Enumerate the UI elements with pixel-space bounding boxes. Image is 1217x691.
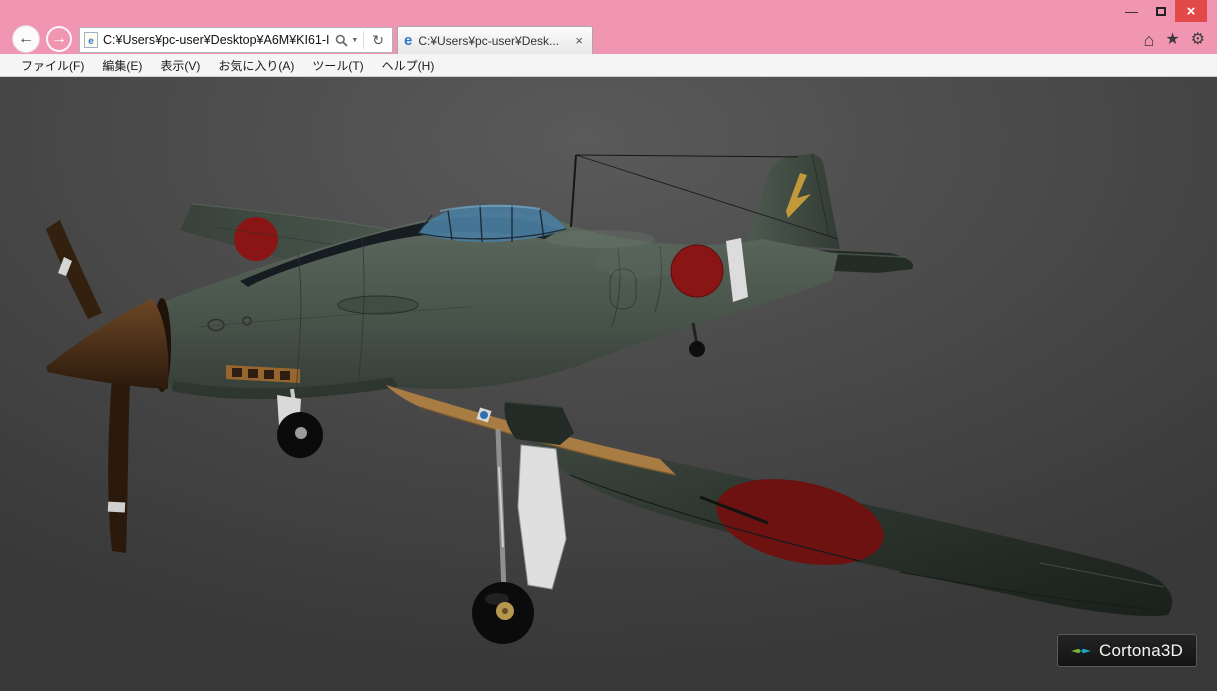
- cortona3d-logo[interactable]: Cortona3D: [1057, 634, 1197, 667]
- close-button[interactable]: ×: [1175, 0, 1207, 22]
- back-button[interactable]: ←: [12, 25, 40, 53]
- wing-marking-blue: [480, 411, 488, 419]
- menu-view[interactable]: 表示(V): [151, 54, 209, 77]
- search-icon[interactable]: [335, 34, 348, 47]
- menu-help[interactable]: ヘルプ(H): [373, 54, 444, 77]
- radiator: [504, 402, 574, 445]
- minimize-icon: —: [1125, 4, 1138, 19]
- page-icon: e: [84, 32, 98, 48]
- address-bar[interactable]: e C:¥Users¥pc-user¥Desktop¥A6M¥KI61-I ▼ …: [79, 27, 393, 53]
- fuselage-roundel: [671, 245, 723, 297]
- maximize-icon: [1156, 7, 1166, 16]
- maximize-button[interactable]: [1146, 0, 1175, 22]
- close-icon: ×: [1187, 3, 1196, 20]
- tab[interactable]: e C:¥Users¥pc-user¥Desk... ×: [397, 26, 593, 54]
- menu-favorites[interactable]: お気に入り(A): [209, 54, 303, 77]
- cortona3d-brand-text: Cortona3D: [1099, 641, 1183, 661]
- address-separator: [363, 31, 364, 49]
- port-wing-roundel: [234, 217, 278, 261]
- forward-button[interactable]: →: [46, 26, 72, 52]
- back-icon: ←: [18, 30, 34, 48]
- browser-window: — × ← → e C:¥Users¥pc-user¥Desktop¥A6M¥K…: [0, 0, 1217, 691]
- aircraft-model: [0, 77, 1217, 691]
- window-controls: — ×: [1117, 0, 1207, 22]
- favorites-icon[interactable]: ★: [1165, 32, 1179, 48]
- home-icon[interactable]: ⌂: [1143, 31, 1154, 49]
- canopy: [418, 205, 566, 242]
- cortona3d-viewport[interactable]: Cortona3D: [0, 77, 1217, 691]
- address-dropdown-icon[interactable]: ▼: [351, 37, 358, 44]
- menu-tools[interactable]: ツール(T): [303, 54, 372, 77]
- menu-bar: ファイル(F) 編集(E) 表示(V) お気に入り(A) ツール(T) ヘルプ(…: [0, 54, 1217, 77]
- ie-tab-icon: e: [404, 32, 412, 49]
- menu-file[interactable]: ファイル(F): [12, 54, 93, 77]
- address-input[interactable]: C:¥Users¥pc-user¥Desktop¥A6M¥KI61-I: [103, 33, 331, 47]
- tail-fin: [748, 154, 840, 249]
- tab-title: C:¥Users¥pc-user¥Desk...: [418, 34, 572, 48]
- propeller-blade-upper: [46, 220, 102, 319]
- settings-icon[interactable]: ⚙: [1191, 32, 1205, 48]
- propeller: [46, 220, 171, 553]
- toolbar-icons: ⌂ ★ ⚙: [1143, 29, 1205, 51]
- minimize-button[interactable]: —: [1117, 0, 1146, 22]
- refresh-icon[interactable]: ↻: [372, 32, 384, 49]
- forward-icon: →: [51, 30, 67, 48]
- spinner: [46, 298, 168, 389]
- tab-close-icon[interactable]: ×: [572, 33, 586, 48]
- menu-edit[interactable]: 編集(E): [93, 54, 151, 77]
- cortona3d-star-icon: [1071, 641, 1091, 661]
- propeller-blade-lower: [108, 377, 130, 553]
